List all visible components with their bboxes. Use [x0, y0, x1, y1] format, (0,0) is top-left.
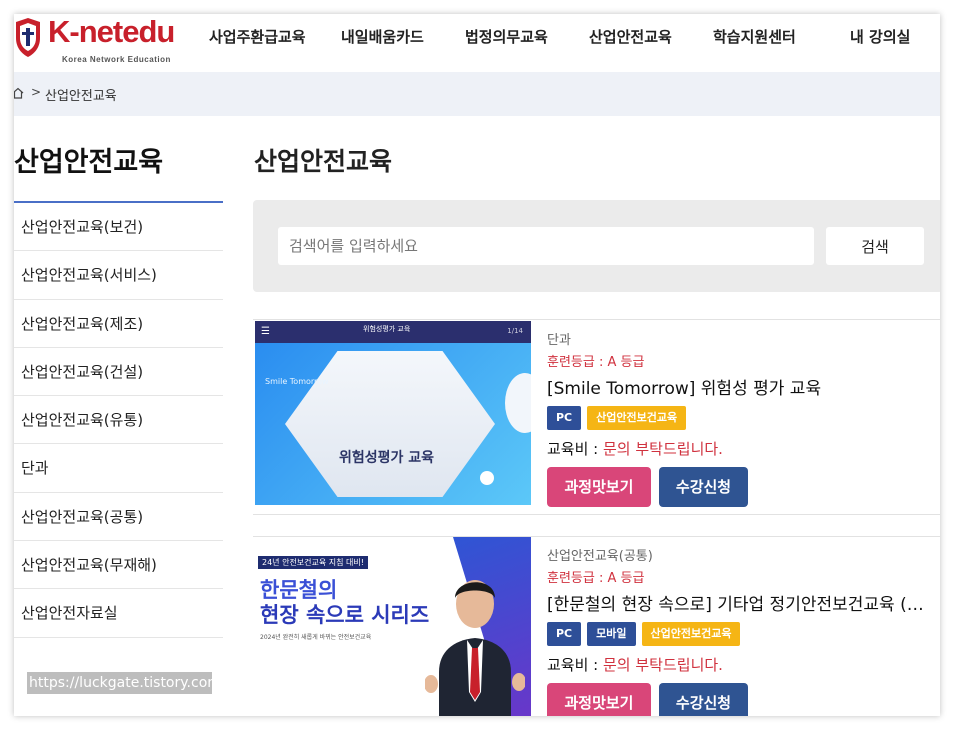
course-tags: PC 산업안전보건교육 [547, 406, 940, 432]
tag-pc: PC [547, 406, 582, 430]
logo-shield-icon [16, 18, 40, 57]
breadcrumb-current[interactable]: 산업안전교육 [45, 85, 117, 104]
sidebar-item-manufacturing[interactable]: 산업안전교육(제조) [14, 300, 223, 348]
preview-button[interactable]: 과정맛보기 [547, 683, 651, 716]
logo-wordmark: K-netedu [48, 14, 175, 49]
tag-pc: PC [547, 622, 582, 646]
fee-value: 문의 부탁드립니다. [603, 440, 723, 458]
sidebar-item-distribution[interactable]: 산업안전교육(유통) [14, 396, 223, 445]
decor-bubble [480, 471, 494, 485]
home-icon[interactable] [14, 87, 24, 99]
breadcrumb: > 산업안전교육 [14, 72, 940, 116]
thumbnail-hexagon [285, 351, 495, 497]
course-card: ☰ 위험성평가 교육 1/14 Smile Tomorrow 위험성평가 교육 … [253, 319, 940, 515]
thumbnail-header-title: 위험성평가 교육 [363, 325, 411, 333]
course-info: 단과 훈련등급 : A 등급 [Smile Tomorrow] 위험성 평가 교… [547, 330, 940, 507]
course-info: 산업안전교육(공통) 훈련등급 : A 등급 [한문철의 현장 속으로] 기타업… [547, 546, 940, 716]
course-title[interactable]: [한문철의 현장 속으로] 기타업 정기안전보건교육 (… [547, 590, 939, 620]
search-panel: 검색 [253, 200, 940, 292]
presenter-illustration [425, 580, 525, 716]
breadcrumb-separator: > [31, 85, 42, 99]
sidebar-item-common[interactable]: 산업안전교육(공통) [14, 493, 223, 542]
course-grade: 훈련등급 : A 등급 [547, 571, 645, 586]
course-category: 산업안전교육(공통) [547, 549, 653, 564]
sidebar-item-service[interactable]: 산업안전교육(서비스) [14, 251, 223, 300]
sidebar-title: 산업안전교육 [14, 147, 164, 178]
fee-value: 문의 부탁드립니다. [603, 656, 723, 674]
page-frame: K-netedu Korea Network Education 사업주환급교육… [14, 14, 940, 716]
logo-subtitle: Korea Network Education [62, 55, 171, 64]
tag-safety-health: 산업안전보건교육 [641, 622, 741, 646]
sidebar-item-resources[interactable]: 산업안전자료실 [14, 589, 223, 638]
sidebar-item-construction[interactable]: 산업안전교육(건설) [14, 348, 223, 397]
course-category: 단과 [547, 333, 571, 348]
apply-button[interactable]: 수강신청 [659, 683, 748, 716]
sidebar-menu: 산업안전교육(보건) 산업안전교육(서비스) 산업안전교육(제조) 산업안전교육… [14, 203, 223, 638]
fee-label: 교육비 : [547, 440, 603, 458]
apply-button[interactable]: 수강신청 [659, 467, 748, 507]
thumbnail-badge: 24년 안전보건교육 지침 대비! [258, 556, 368, 569]
nav-item-employer-refund[interactable]: 사업주환급교육 [209, 26, 306, 47]
course-actions: 과정맛보기 수강신청 [547, 467, 940, 507]
preview-button[interactable]: 과정맛보기 [547, 467, 651, 507]
thumbnail-page: 1/14 [507, 327, 523, 335]
tag-mobile: 모바일 [587, 622, 636, 646]
tag-safety-health: 산업안전보건교육 [587, 406, 687, 430]
thumbnail-brand: Smile Tomorrow [265, 377, 329, 386]
decor-bubble [505, 373, 531, 433]
sidebar-item-health[interactable]: 산업안전교육(보건) [14, 203, 223, 252]
course-card: 24년 안전보건교육 지침 대비! 한문철의 현장 속으로 시리즈 2024년 … [253, 536, 940, 716]
course-tags: PC 모바일 산업안전보건교육 [547, 622, 940, 648]
course-grade: 훈련등급 : A 등급 [547, 355, 645, 370]
course-title[interactable]: [Smile Tomorrow] 위험성 평가 교육 [547, 374, 939, 404]
sidebar-item-zero-accident[interactable]: 산업안전교육(무재해) [14, 541, 223, 590]
search-button[interactable]: 검색 [826, 227, 924, 265]
site-header: K-netedu Korea Network Education 사업주환급교육… [14, 14, 940, 72]
fee-label: 교육비 : [547, 656, 603, 674]
nav-item-my-classroom[interactable]: 내 강의실 [850, 26, 910, 47]
course-thumbnail[interactable]: ☰ 위험성평가 교육 1/14 Smile Tomorrow 위험성평가 교육 [255, 321, 531, 505]
watermark: https://luckgate.tistory.com [27, 672, 212, 694]
course-fee: 교육비 : 문의 부탁드립니다. [547, 433, 940, 465]
nav-item-safety-education[interactable]: 산업안전교육 [589, 26, 672, 47]
thumbnail-text: 위험성평가 교육 [339, 450, 435, 466]
nav-item-tomorrow-card[interactable]: 내일배움카드 [341, 26, 424, 47]
sidebar-item-single-course[interactable]: 단과 [14, 444, 223, 493]
nav-item-mandatory-education[interactable]: 법정의무교육 [465, 26, 548, 47]
course-actions: 과정맛보기 수강신청 [547, 683, 940, 716]
thumbnail-header: ☰ 위험성평가 교육 1/14 [255, 321, 531, 343]
course-thumbnail[interactable]: 24년 안전보건교육 지침 대비! 한문철의 현장 속으로 시리즈 2024년 … [255, 537, 531, 716]
page-title: 산업안전교육 [254, 147, 393, 176]
course-fee: 교육비 : 문의 부탁드립니다. [547, 649, 940, 681]
menu-icon: ☰ [261, 326, 270, 337]
nav-item-learning-center[interactable]: 학습지원센터 [713, 26, 796, 47]
search-input[interactable] [278, 227, 814, 265]
thumbnail-title-line2: 현장 속으로 시리즈 [260, 603, 430, 627]
site-logo[interactable]: K-netedu Korea Network Education [14, 14, 189, 64]
thumbnail-body: Smile Tomorrow 위험성평가 교육 [255, 343, 531, 505]
thumbnail-caption: 2024년 완전히 새롭게 바뀌는 안전보건교육 [260, 634, 372, 641]
